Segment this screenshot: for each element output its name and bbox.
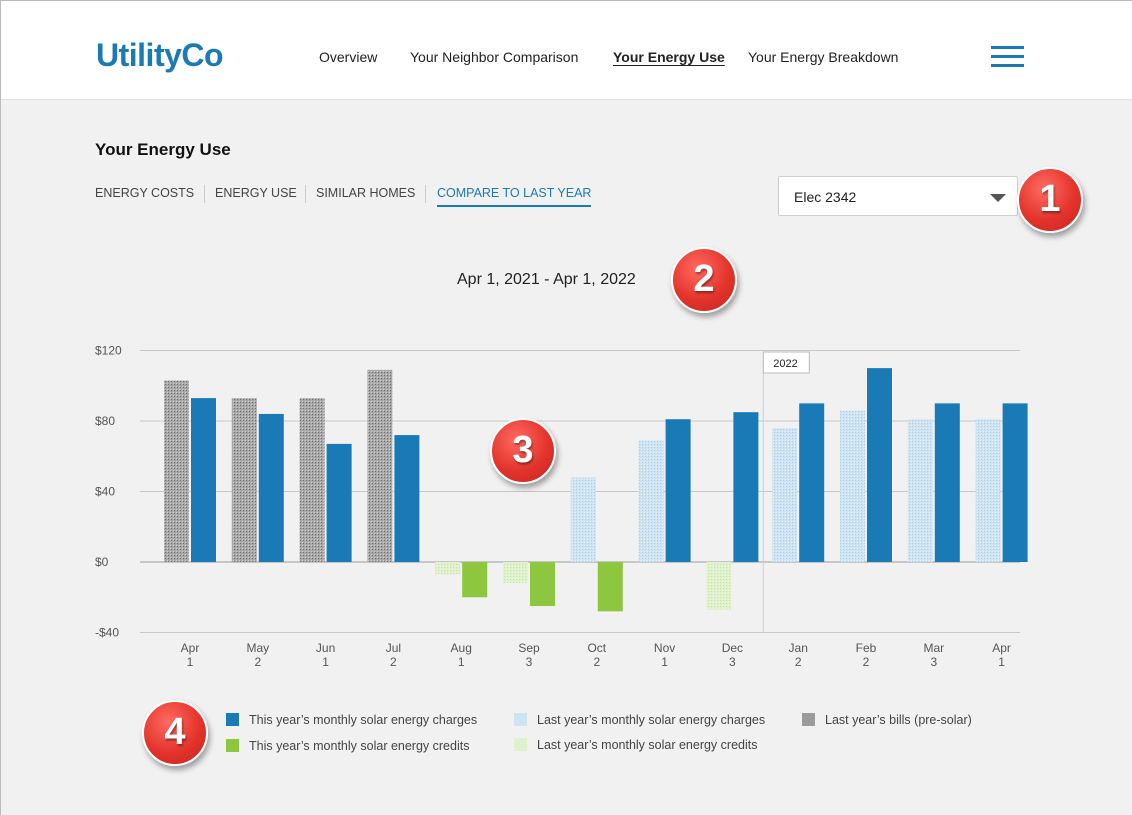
bar-this-year-charge[interactable] [1002,403,1028,562]
bar-last-year-bill[interactable] [231,398,257,562]
energy-use-chart: $120$80$40$0-$402022 Apr1May2Jun1Jul2Aug… [95,344,1028,669]
bar-last-year-bill[interactable] [164,380,189,562]
callout-marker-1: 1 [1017,167,1083,233]
bar-last-year-credit[interactable] [435,562,461,575]
legend-label: Last year’s monthly solar energy credits [537,738,758,752]
x-tick-day: 3 [526,655,533,669]
bar-this-year-charge[interactable] [867,368,892,562]
x-tick-day: 2 [593,655,600,669]
legend-label: This year’s monthly solar energy credits [249,739,470,753]
x-tick-day: 1 [322,655,329,669]
bar-this-year-charge[interactable] [665,419,691,562]
x-tick-month: Feb [856,641,877,655]
bar-last-year-charge[interactable] [772,428,798,562]
legend-swatch [514,738,527,751]
bar-last-year-charge[interactable] [570,477,596,562]
y-tick-label: $0 [95,555,109,569]
legend-swatch [226,713,239,726]
bar-last-year-charge[interactable] [638,440,664,562]
x-tick-month: Oct [587,641,606,655]
bar-this-year-charge[interactable] [326,443,352,562]
x-tick-month: Apr [181,641,200,655]
x-tick-month: Jun [316,641,335,655]
y-tick-label: $40 [95,485,115,499]
x-tick-month: Dec [722,641,743,655]
x-tick-day: 2 [254,655,261,669]
year-tag-label: 2022 [773,358,797,370]
bar-last-year-charge[interactable] [907,419,933,562]
callout-marker-2: 2 [671,247,737,313]
bar-last-year-bill[interactable] [367,369,393,562]
bar-this-year-charge[interactable] [799,403,825,562]
x-tick-day: 2 [795,655,802,669]
bar-last-year-charge[interactable] [840,410,865,562]
y-tick-label: -$40 [95,626,119,640]
x-tick-day: 1 [458,655,465,669]
x-tick-day: 2 [863,655,870,669]
bar-this-year-charge[interactable] [394,435,420,562]
bar-this-year-credit[interactable] [597,562,623,612]
legend-swatch [226,739,239,752]
bar-this-year-credit[interactable] [530,562,555,607]
legend-swatch [514,713,527,726]
x-tick-day: 3 [729,655,736,669]
x-tick-month: Jul [386,641,401,655]
y-tick-label: $120 [95,344,122,358]
bar-this-year-charge[interactable] [733,412,759,562]
bar-this-year-credit[interactable] [462,562,488,598]
x-tick-day: 1 [998,655,1005,669]
x-tick-month: Nov [654,641,675,655]
x-tick-month: Apr [992,641,1011,655]
legend-label: Last year’s monthly solar energy charges [537,713,766,727]
x-tick-month: Sep [518,641,540,655]
x-tick-month: May [246,641,269,655]
callout-marker-3: 3 [490,418,556,484]
bar-this-year-charge[interactable] [191,398,216,562]
callout-marker-4: 4 [142,700,208,766]
x-tick-day: 1 [661,655,668,669]
x-tick-day: 1 [187,655,194,669]
bar-last-year-charge[interactable] [975,419,1001,562]
legend-label: Last year’s bills (pre-solar) [825,713,972,727]
x-tick-day: 3 [930,655,937,669]
x-tick-month: Aug [451,641,472,655]
bar-this-year-charge[interactable] [258,413,284,562]
bar-last-year-bill[interactable] [299,398,325,562]
legend-label: This year’s monthly solar energy charges [249,713,478,727]
x-tick-month: Mar [923,641,944,655]
bar-this-year-charge[interactable] [934,403,960,562]
bar-last-year-credit[interactable] [706,562,732,610]
bar-last-year-credit[interactable] [503,562,528,584]
y-tick-label: $80 [95,414,115,428]
x-tick-month: Jan [789,641,808,655]
x-tick-day: 2 [390,655,397,669]
legend-swatch [802,713,815,726]
